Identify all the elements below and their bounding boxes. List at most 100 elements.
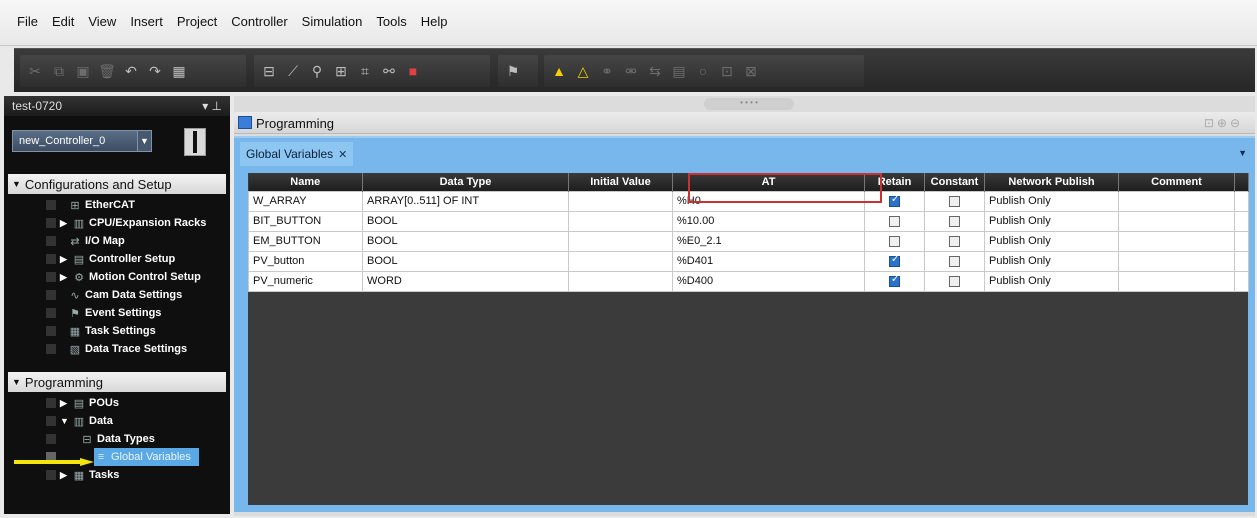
constant-checkbox[interactable]	[949, 215, 960, 227]
cell-network-publish[interactable]: Publish Only	[984, 270, 1119, 292]
binoculars-icon[interactable]: ⚯	[378, 60, 400, 82]
panel-grip[interactable]: • • • •	[704, 98, 794, 110]
column-header-network-publish[interactable]: Network Publish	[984, 173, 1119, 191]
transfer-icon[interactable]: ⇆	[644, 60, 666, 82]
delete-icon[interactable]: 🗑	[96, 60, 118, 82]
cell-data-type[interactable]: WORD	[362, 270, 569, 292]
table-row[interactable]: BIT_BUTTON BOOL %10.00 Publish Only	[248, 210, 1249, 232]
cell-initial-value[interactable]	[568, 230, 673, 252]
stop-icon[interactable]: ■	[402, 60, 424, 82]
tree-item-tasks[interactable]: ▶ ▦ Tasks	[60, 466, 119, 484]
menu-help[interactable]: Help	[414, 14, 455, 29]
tool-icon[interactable]: ⟋	[282, 60, 304, 82]
constant-checkbox[interactable]	[949, 235, 960, 247]
cell-data-type[interactable]: ARRAY[0..511] OF INT	[362, 190, 569, 212]
tree-item-io-map[interactable]: ⇄ I/O Map	[68, 232, 124, 250]
cell-name[interactable]: W_ARRAY	[248, 190, 363, 212]
cell-comment[interactable]	[1118, 190, 1235, 212]
compare-icon[interactable]: ⊡	[716, 60, 738, 82]
cell-network-publish[interactable]: Publish Only	[984, 190, 1119, 212]
menu-insert[interactable]: Insert	[123, 14, 170, 29]
table-row[interactable]: EM_BUTTON BOOL %E0_2.1 Publish Only	[248, 230, 1249, 252]
section-programming[interactable]: ▼ Programming	[8, 372, 226, 392]
cell-name[interactable]: PV_numeric	[248, 270, 363, 292]
cell-name[interactable]: EM_BUTTON	[248, 230, 363, 252]
retain-checkbox[interactable]	[889, 215, 900, 227]
cell-network-publish[interactable]: Publish Only	[984, 210, 1119, 232]
build-icon[interactable]: ⚑	[502, 60, 524, 82]
controller-select[interactable]: new_Controller_0	[12, 130, 138, 152]
column-header-comment[interactable]: Comment	[1118, 173, 1235, 191]
menu-view[interactable]: View	[81, 14, 123, 29]
cell-name[interactable]: BIT_BUTTON	[248, 210, 363, 232]
cell-data-type[interactable]: BOOL	[362, 250, 569, 272]
cell-constant[interactable]	[924, 230, 985, 252]
window-icon[interactable]: ⊟	[258, 60, 280, 82]
cell-at[interactable]: %D401	[672, 250, 865, 272]
retain-checkbox[interactable]	[889, 274, 900, 287]
cut-icon[interactable]: ✂	[24, 60, 46, 82]
cell-comment[interactable]	[1118, 230, 1235, 252]
tree-item-global-variables[interactable]: ≡ Global Variables	[94, 448, 199, 466]
pin-icon[interactable]: ▾ ⊥	[202, 99, 222, 113]
table-row[interactable]: PV_numeric WORD %D400 Publish Only	[248, 270, 1249, 292]
cell-retain[interactable]	[864, 210, 925, 232]
retain-checkbox[interactable]	[889, 194, 900, 207]
cell-comment[interactable]	[1118, 250, 1235, 272]
cross-reference-icon[interactable]: ⚲	[306, 60, 328, 82]
cell-retain[interactable]	[864, 250, 925, 272]
link-icon[interactable]: ⚭	[596, 60, 618, 82]
link-alt-icon[interactable]: ⚮	[620, 60, 642, 82]
redo-icon[interactable]: ↷	[144, 60, 166, 82]
cell-retain[interactable]	[864, 230, 925, 252]
cell-constant[interactable]	[924, 210, 985, 232]
tree-item-pous[interactable]: ▶ ▤ POUs	[60, 394, 119, 412]
copy-icon[interactable]: ⧉	[48, 60, 70, 82]
cell-initial-value[interactable]	[568, 270, 673, 292]
find-icon[interactable]: ⌗	[354, 60, 376, 82]
monitor-icon[interactable]: ▤	[668, 60, 690, 82]
tree-item-event-settings[interactable]: ⚑ Event Settings	[68, 304, 161, 322]
tree-item-cam-data[interactable]: ∿ Cam Data Settings	[68, 286, 182, 304]
tree-item-controller-setup[interactable]: ▶ ▤ Controller Setup	[60, 250, 175, 268]
cell-at[interactable]: %E0_2.1	[672, 230, 865, 252]
tree-item-data-types[interactable]: ⊟ Data Types	[80, 430, 154, 448]
cell-network-publish[interactable]: Publish Only	[984, 230, 1119, 252]
cell-network-publish[interactable]: Publish Only	[984, 250, 1119, 272]
paste-icon[interactable]: ▣	[72, 60, 94, 82]
cell-at[interactable]: %D400	[672, 270, 865, 292]
menu-file[interactable]: File	[10, 14, 45, 29]
compare-alt-icon[interactable]: ⊠	[740, 60, 762, 82]
tree-item-task-settings[interactable]: ▦ Task Settings	[68, 322, 156, 340]
constant-checkbox[interactable]	[949, 275, 960, 287]
tab-global-variables[interactable]: Global Variables ✕	[240, 142, 354, 166]
column-header-initial-value[interactable]: Initial Value	[568, 173, 673, 191]
help-icon[interactable]: ▦	[168, 60, 190, 82]
column-header-data-type[interactable]: Data Type	[362, 173, 569, 191]
section-configurations[interactable]: ▼ Configurations and Setup	[8, 174, 226, 194]
cell-comment[interactable]	[1118, 210, 1235, 232]
menu-tools[interactable]: Tools	[369, 14, 413, 29]
chevron-down-icon[interactable]: ▼	[1238, 148, 1247, 158]
cell-initial-value[interactable]	[568, 190, 673, 212]
warning-icon[interactable]: ▲	[548, 60, 570, 82]
tree-item-motion-control[interactable]: ▶ ⚙ Motion Control Setup	[60, 268, 201, 286]
column-header-constant[interactable]: Constant	[924, 173, 985, 191]
constant-checkbox[interactable]	[949, 195, 960, 207]
menu-project[interactable]: Project	[170, 14, 224, 29]
cell-constant[interactable]	[924, 250, 985, 272]
cell-initial-value[interactable]	[568, 250, 673, 272]
zoom-icons[interactable]: ⊡⊕⊖	[1204, 116, 1243, 130]
menu-edit[interactable]: Edit	[45, 14, 81, 29]
constant-checkbox[interactable]	[949, 255, 960, 267]
online-icon[interactable]: ○	[692, 60, 714, 82]
table-icon[interactable]: ⊞	[330, 60, 352, 82]
tree-item-data[interactable]: ▼ ▥ Data	[60, 412, 113, 430]
controller-selector[interactable]: new_Controller_0 ▼	[12, 130, 152, 152]
table-row[interactable]: PV_button BOOL %D401 Publish Only	[248, 250, 1249, 272]
cell-comment[interactable]	[1118, 270, 1235, 292]
cell-constant[interactable]	[924, 190, 985, 212]
cell-retain[interactable]	[864, 270, 925, 292]
cell-data-type[interactable]: BOOL	[362, 230, 569, 252]
cell-constant[interactable]	[924, 270, 985, 292]
